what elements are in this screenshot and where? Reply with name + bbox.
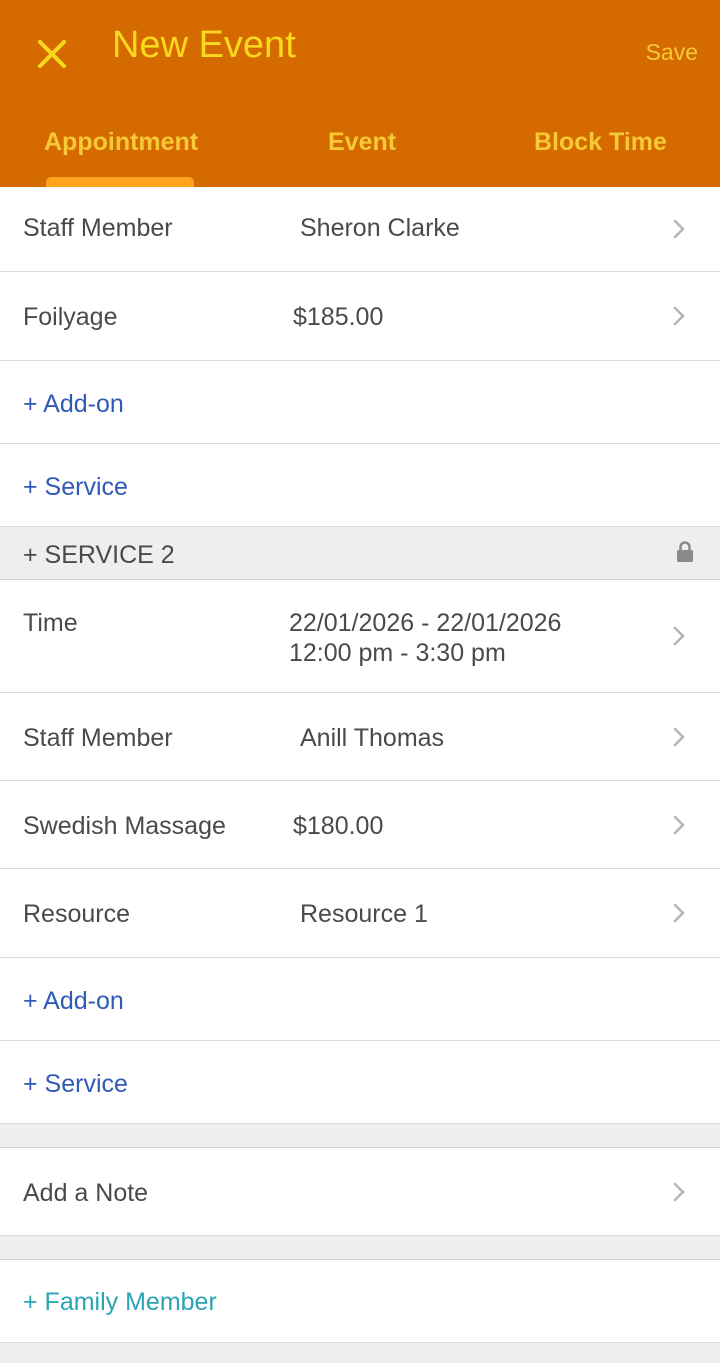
section-divider xyxy=(0,1124,720,1148)
add-service-link[interactable]: + Service xyxy=(23,1070,128,1099)
service-row-1[interactable]: Foilyage $185.00 xyxy=(0,272,720,361)
staff-member-label: Staff Member xyxy=(23,724,173,752)
add-on-row-1: + Add-on xyxy=(0,361,720,444)
tab-event[interactable]: Event xyxy=(328,128,396,157)
app-header: New Event Save Appointment Event Block T… xyxy=(0,0,720,187)
chevron-right-icon xyxy=(673,219,685,239)
chevron-right-icon xyxy=(673,903,685,923)
add-service-row-2: + Service xyxy=(0,1041,720,1124)
add-family-member-link[interactable]: + Family Member xyxy=(23,1288,217,1317)
bottom-band xyxy=(0,1343,720,1363)
family-member-row: + Family Member xyxy=(0,1260,720,1343)
staff-member-row-1[interactable]: Staff Member Sheron Clarke xyxy=(0,187,720,272)
time-date-range: 22/01/2026 - 22/01/2026 xyxy=(289,609,562,637)
page-title: New Event xyxy=(112,24,296,66)
chevron-right-icon xyxy=(673,727,685,747)
add-service-link[interactable]: + Service xyxy=(23,473,128,502)
add-service-row-1: + Service xyxy=(0,444,720,527)
add-on-link[interactable]: + Add-on xyxy=(23,987,124,1016)
tab-appointment[interactable]: Appointment xyxy=(44,128,198,157)
staff-member-row-2[interactable]: Staff Member Anill Thomas xyxy=(0,693,720,781)
add-note-label: Add a Note xyxy=(23,1179,149,1207)
service-name-label: Swedish Massage xyxy=(23,812,226,840)
service-price: $185.00 xyxy=(293,303,384,331)
tab-block-time[interactable]: Block Time xyxy=(534,128,667,157)
chevron-right-icon xyxy=(673,815,685,835)
service-price: $180.00 xyxy=(293,812,384,840)
time-label: Time xyxy=(23,609,78,637)
staff-member-value: Anill Thomas xyxy=(300,724,445,752)
service-name-label: Foilyage xyxy=(23,303,118,331)
time-row[interactable]: Time 22/01/2026 - 22/01/2026 12:00 pm - … xyxy=(0,580,720,693)
resource-value: Resource 1 xyxy=(300,900,428,928)
service-2-section-header[interactable]: + SERVICE 2 xyxy=(0,527,720,580)
chevron-right-icon xyxy=(673,626,685,646)
close-icon[interactable] xyxy=(34,34,72,72)
chevron-right-icon xyxy=(673,306,685,326)
lock-icon xyxy=(677,541,693,562)
resource-label: Resource xyxy=(23,900,130,928)
service-row-2[interactable]: Swedish Massage $180.00 xyxy=(0,781,720,869)
add-note-row[interactable]: Add a Note xyxy=(0,1148,720,1236)
time-hour-range: 12:00 pm - 3:30 pm xyxy=(289,639,506,667)
active-tab-indicator xyxy=(46,177,194,187)
staff-member-value: Sheron Clarke xyxy=(300,214,460,242)
section-divider xyxy=(0,1236,720,1260)
chevron-right-icon xyxy=(673,1182,685,1202)
add-on-row-2: + Add-on xyxy=(0,958,720,1041)
section-title: + SERVICE 2 xyxy=(23,541,175,569)
add-on-link[interactable]: + Add-on xyxy=(23,390,124,419)
save-button[interactable]: Save xyxy=(646,39,698,66)
staff-member-label: Staff Member xyxy=(23,214,173,242)
resource-row[interactable]: Resource Resource 1 xyxy=(0,869,720,958)
